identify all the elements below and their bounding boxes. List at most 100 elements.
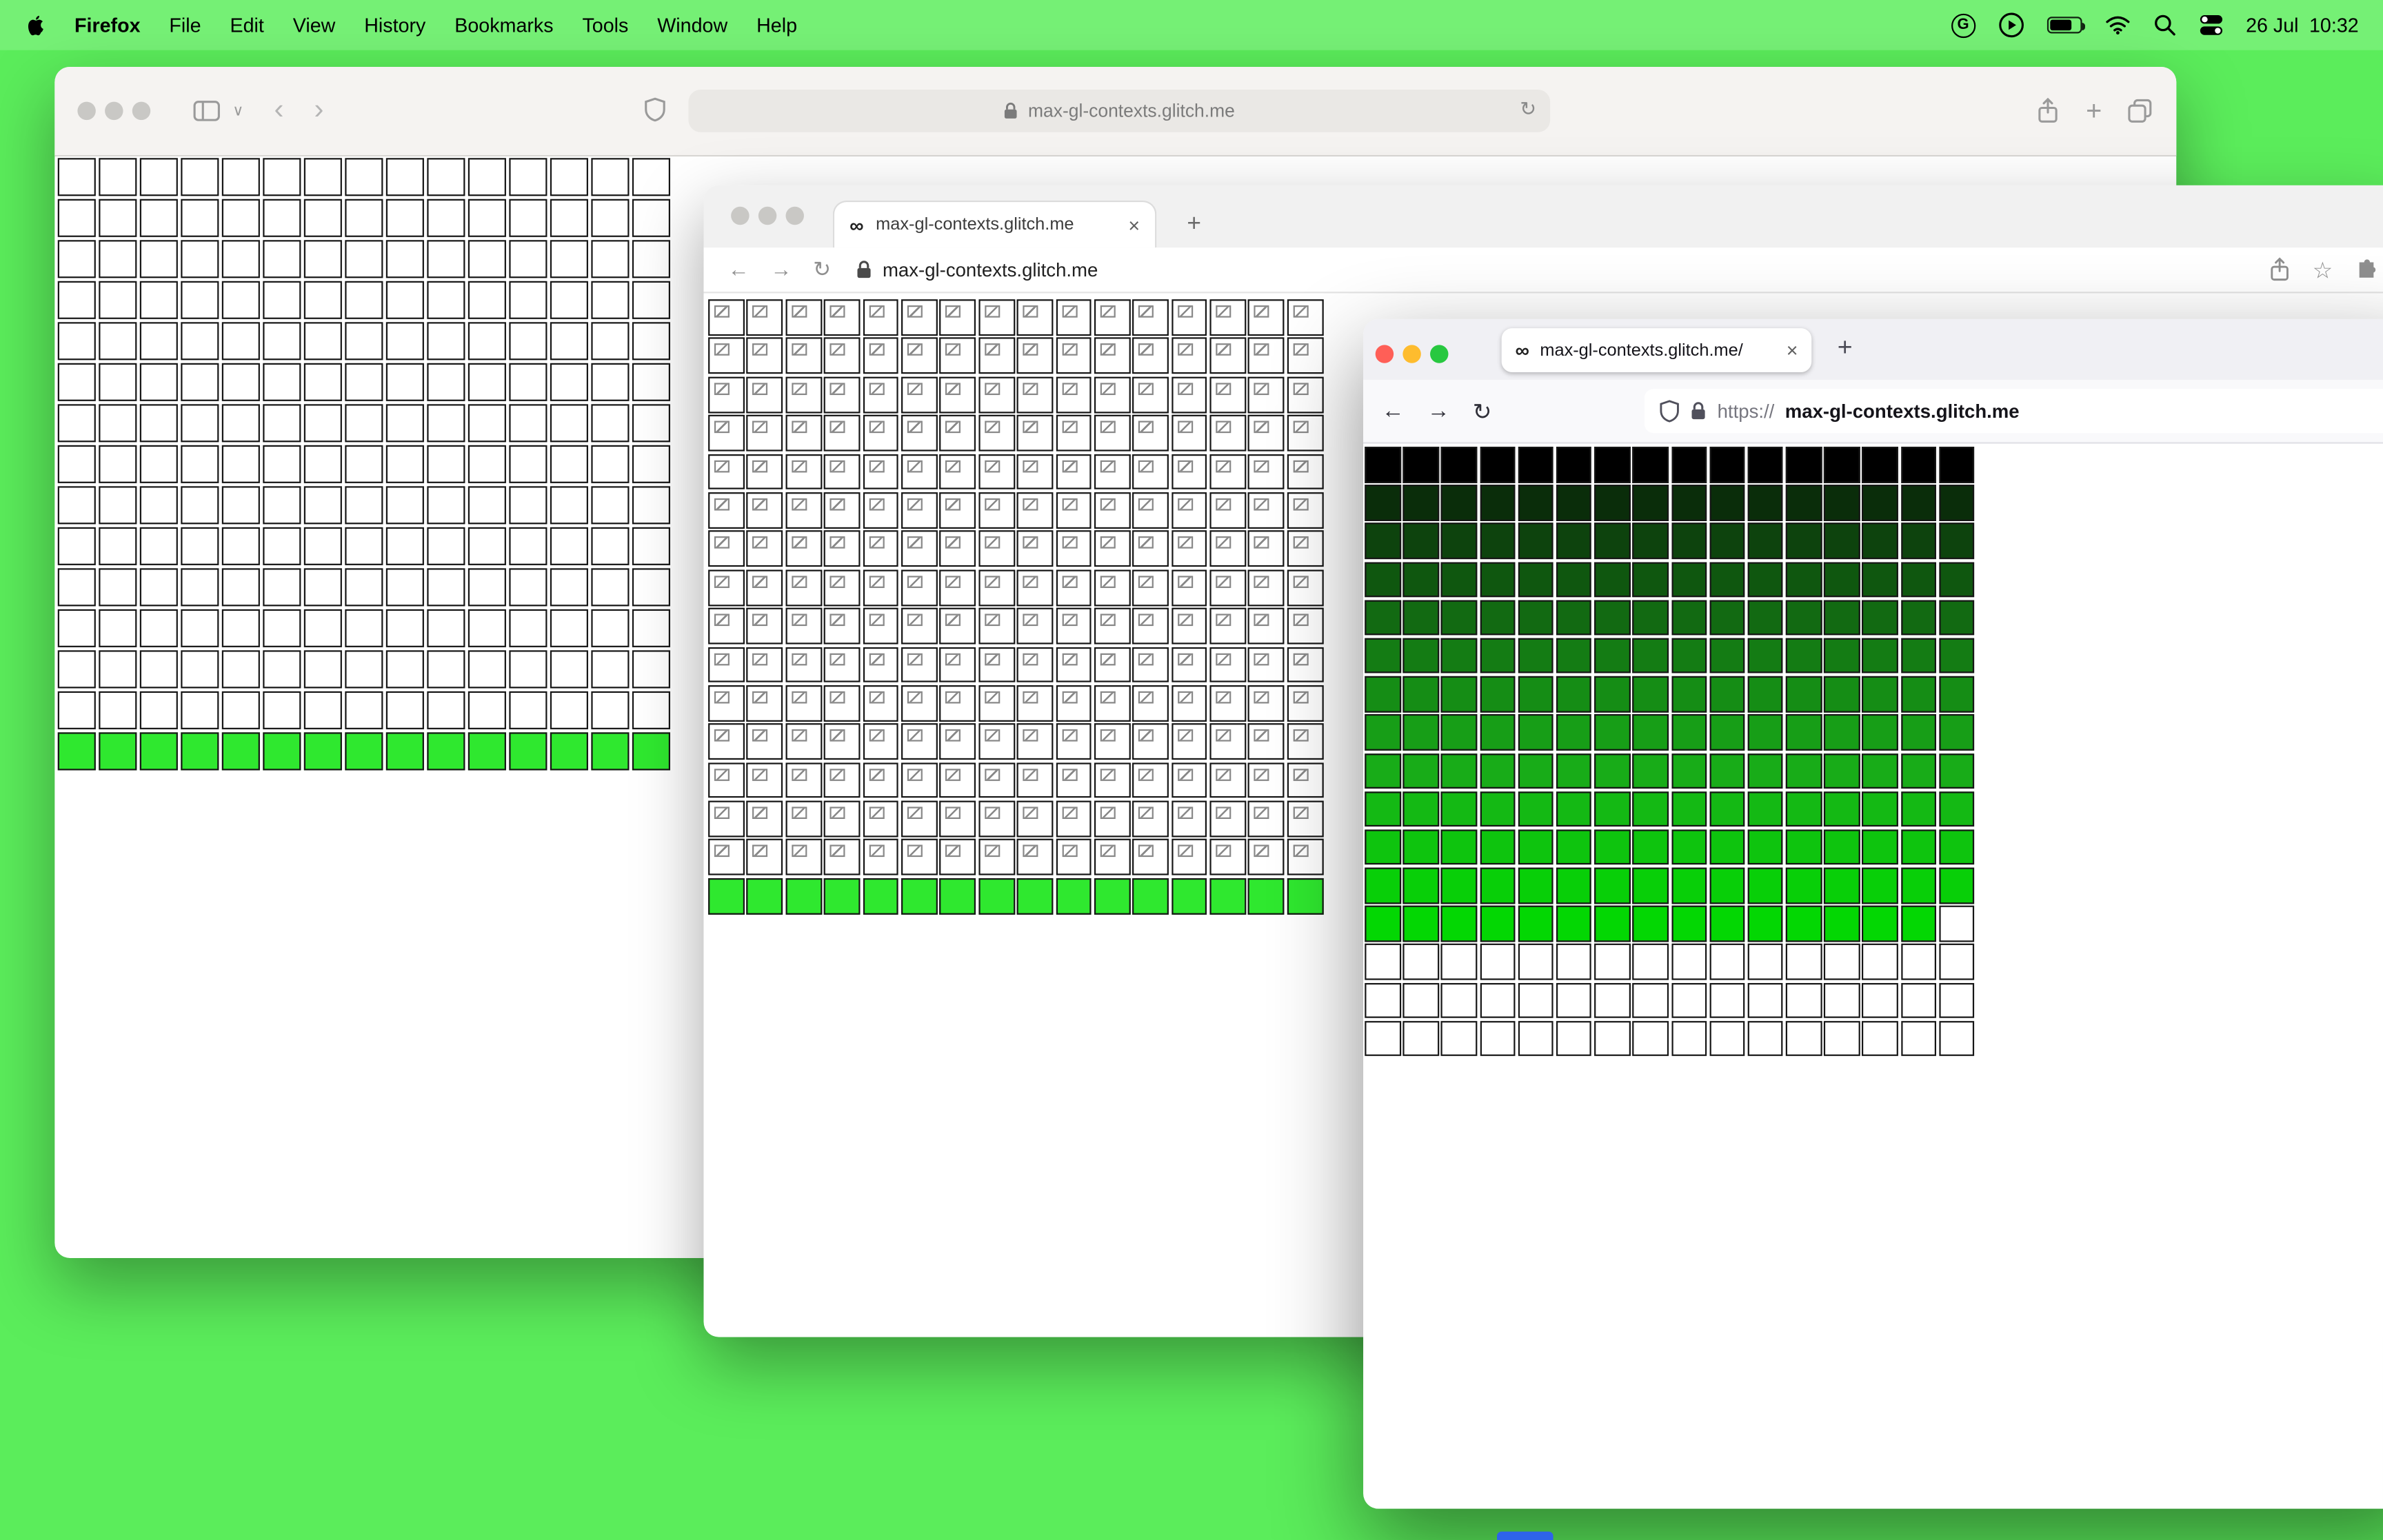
- canvas-cell: [467, 445, 507, 484]
- bookmark-star-icon[interactable]: ☆: [2313, 256, 2333, 283]
- canvas-cell: [1171, 492, 1208, 529]
- forward-button[interactable]: →: [770, 256, 792, 282]
- canvas-cell: [1171, 800, 1208, 838]
- canvas-cell: [901, 492, 938, 529]
- traffic-close-button[interactable]: [1375, 345, 1394, 363]
- broken-image-icon: [1177, 691, 1193, 704]
- menu-date: 26 Jul: [2246, 13, 2299, 37]
- traffic-close-button[interactable]: [731, 206, 750, 225]
- canvas-cell: [1938, 982, 1975, 1019]
- forward-button[interactable]: →: [1427, 398, 1450, 423]
- reload-button[interactable]: ↻: [1473, 397, 1492, 425]
- canvas-cell: [1209, 800, 1247, 838]
- new-tab-button[interactable]: +: [1187, 212, 1201, 237]
- share-icon[interactable]: [2038, 97, 2060, 125]
- canvas-cell: [901, 569, 938, 606]
- broken-image-icon: [829, 421, 845, 434]
- canvas-cell: [427, 649, 465, 689]
- traffic-zoom-button[interactable]: [132, 101, 151, 121]
- canvas-cell: [901, 685, 938, 722]
- sidebar-icon[interactable]: [193, 100, 221, 121]
- canvas-cell: [1441, 561, 1478, 598]
- reload-icon[interactable]: ↻: [1520, 97, 1536, 121]
- tab-overview-icon[interactable]: [2128, 99, 2152, 123]
- canvas-cell: [1055, 569, 1092, 606]
- dock-item-peek[interactable]: [1497, 1531, 1554, 1540]
- grammarly-icon[interactable]: G: [1951, 12, 1975, 37]
- traffic-minimize-button[interactable]: [1402, 345, 1421, 363]
- extensions-icon[interactable]: [2355, 259, 2378, 281]
- traffic-minimize-button[interactable]: [758, 206, 777, 225]
- search-icon[interactable]: [2153, 14, 2176, 37]
- tracking-shield-icon[interactable]: [1660, 400, 1680, 423]
- new-tab-button[interactable]: +: [2086, 97, 2102, 125]
- menu-item-bookmarks[interactable]: Bookmarks: [454, 14, 553, 37]
- forward-button[interactable]: ›: [314, 94, 323, 128]
- canvas-cell: [1824, 791, 1860, 827]
- canvas-cell: [139, 609, 179, 648]
- broken-image-icon: [1216, 459, 1231, 472]
- broken-image-icon: [1216, 575, 1231, 588]
- reload-button[interactable]: ↻: [813, 256, 831, 282]
- canvas-cell: [508, 445, 547, 484]
- broken-image-icon: [1254, 305, 1270, 318]
- canvas-cell: [1824, 1020, 1860, 1057]
- canvas-cell: [1709, 485, 1745, 521]
- broken-image-icon: [1216, 768, 1231, 781]
- apple-icon[interactable]: [24, 13, 46, 37]
- lock-icon[interactable]: [1690, 401, 1707, 421]
- wifi-icon[interactable]: [2104, 15, 2130, 35]
- canvas-cell: [1671, 944, 1707, 980]
- broken-image-icon: [752, 498, 768, 511]
- control-center-icon[interactable]: [2199, 14, 2223, 37]
- canvas-cell: [181, 527, 220, 566]
- battery-icon[interactable]: [2047, 17, 2085, 34]
- share-icon[interactable]: [2269, 256, 2290, 282]
- canvas-cell: [221, 445, 261, 484]
- privacy-shield-icon[interactable]: [645, 97, 666, 122]
- canvas-cell: [1479, 791, 1516, 827]
- browser-tab[interactable]: ∞ max-gl-contexts.glitch.me/ ×: [1501, 328, 1812, 372]
- menu-app-name[interactable]: Firefox: [74, 14, 141, 37]
- traffic-zoom-button[interactable]: [785, 206, 804, 225]
- canvas-cell: [1747, 446, 1784, 483]
- broken-image-icon: [1293, 536, 1309, 549]
- canvas-cell: [550, 322, 589, 361]
- traffic-close-button[interactable]: [77, 101, 96, 121]
- back-button[interactable]: ‹: [274, 94, 283, 128]
- canvas-cell: [1365, 561, 1401, 598]
- menu-item-history[interactable]: History: [364, 14, 425, 37]
- menu-item-view[interactable]: View: [293, 14, 336, 37]
- url-text[interactable]: max-gl-contexts.glitch.me: [883, 259, 1098, 281]
- menu-item-window[interactable]: Window: [657, 14, 727, 37]
- menu-item-edit[interactable]: Edit: [230, 14, 263, 37]
- url-field[interactable]: https:// max-gl-contexts.glitch.me: [1644, 389, 2383, 434]
- broken-image-icon: [714, 459, 730, 472]
- tab-close-icon[interactable]: ×: [1128, 214, 1140, 236]
- play-status-icon[interactable]: [1998, 12, 2024, 38]
- canvas-cell: [1248, 646, 1285, 683]
- menu-clock[interactable]: 26 Jul 10:32: [2246, 14, 2359, 37]
- canvas-cell: [1709, 867, 1745, 904]
- canvas-cell: [57, 691, 97, 730]
- menu-item-file[interactable]: File: [169, 14, 201, 37]
- back-button[interactable]: ←: [1382, 398, 1405, 423]
- traffic-zoom-button[interactable]: [1430, 345, 1449, 363]
- menu-item-tools[interactable]: Tools: [582, 14, 628, 37]
- chevron-down-icon[interactable]: ∨: [232, 103, 243, 119]
- menu-item-help[interactable]: Help: [756, 14, 797, 37]
- tab-close-icon[interactable]: ×: [1787, 339, 1798, 362]
- new-tab-button[interactable]: +: [1838, 334, 1853, 360]
- canvas-cell: [345, 691, 384, 730]
- broken-image-icon: [1061, 382, 1077, 395]
- canvas-cell: [1287, 607, 1323, 645]
- canvas-cell: [708, 454, 745, 490]
- canvas-cell: [1248, 376, 1285, 413]
- canvas-cell: [99, 649, 138, 689]
- back-button[interactable]: ←: [728, 256, 750, 282]
- browser-tab[interactable]: ∞ max-gl-contexts.glitch.me ×: [832, 200, 1157, 248]
- url-field[interactable]: max-gl-contexts.glitch.me ↻: [688, 90, 1551, 132]
- canvas-cell: [1055, 878, 1092, 915]
- canvas-cell: [1671, 446, 1707, 483]
- traffic-minimize-button[interactable]: [105, 101, 123, 121]
